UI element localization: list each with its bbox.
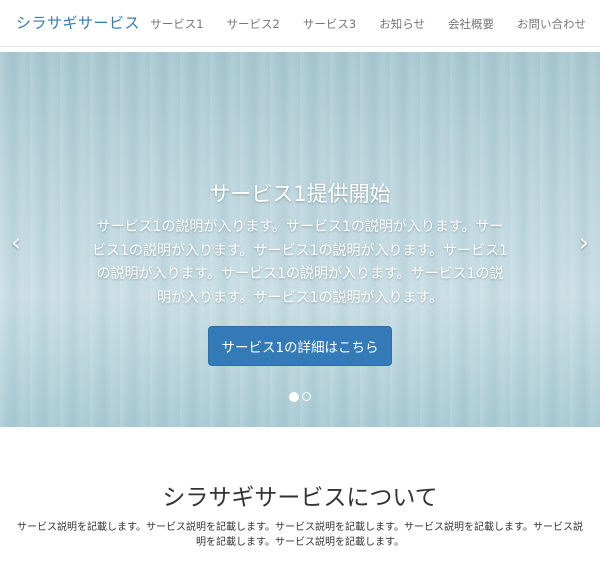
hero-carousel: ‹ › サービス1提供開始 サービス1の説明が入ります。サービス1の説明が入りま… [0, 52, 600, 427]
about-section: シラサギサービスについて サービス説明を記載します。サービス説明を記載します。サ… [0, 478, 600, 550]
chevron-right-icon[interactable]: › [574, 229, 594, 257]
hero-title: サービス1提供開始 [209, 182, 391, 206]
about-title: シラサギサービスについて [162, 485, 438, 511]
hero-description: サービス1の説明が入ります。サービス1の説明が入ります。サービス1の説明が入りま… [92, 219, 508, 306]
service-detail-button[interactable]: サービス1の詳細はこちら [208, 326, 392, 366]
about-text: サービス説明を記載します。サービス説明を記載します。サービス説明を記載します。サ… [17, 522, 583, 548]
site-brand[interactable]: シラサギサービス [16, 12, 140, 33]
nav-item-contact[interactable]: お問い合わせ [517, 16, 586, 32]
navbar: シラサギサービス サービス1 サービス2 サービス3 お知らせ 会社概要 お問い… [0, 0, 600, 47]
nav-item-news[interactable]: お知らせ [379, 16, 425, 32]
main-nav: サービス1 サービス2 サービス3 お知らせ 会社概要 お問い合わせ [150, 16, 586, 32]
carousel-indicator-1[interactable] [289, 392, 299, 402]
carousel-indicators [0, 392, 600, 402]
nav-item-service3[interactable]: サービス3 [303, 16, 356, 32]
nav-item-service1[interactable]: サービス1 [150, 16, 203, 32]
hero-caption: サービス1提供開始 サービス1の説明が入ります。サービス1の説明が入ります。サー… [90, 178, 510, 366]
nav-item-service2[interactable]: サービス2 [227, 16, 280, 32]
carousel-indicator-2[interactable] [302, 392, 311, 401]
chevron-left-icon[interactable]: ‹ [6, 229, 26, 257]
nav-item-company[interactable]: 会社概要 [448, 16, 494, 32]
